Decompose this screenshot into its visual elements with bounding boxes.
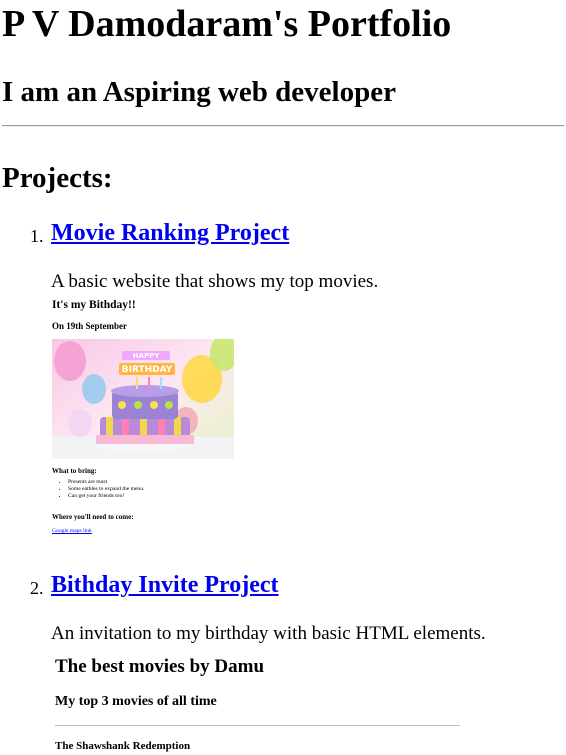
birthday-invite-preview: It's my Bithday!! On 19th September HAPP… [52, 299, 312, 544]
projects-heading: Projects: [2, 162, 113, 194]
movie-ranking-preview: The best movies by Damu My top 3 movies … [52, 655, 472, 755]
preview-heading: The best movies by Damu [55, 656, 265, 677]
project-description: An invitation to my birthday with basic … [51, 623, 486, 644]
page-subtitle: I am an Aspiring web developer [2, 76, 396, 108]
bring-heading: What to bring: [52, 467, 97, 475]
list-item: Can get your friends too! [68, 493, 144, 500]
where-heading: Where you'll need to come: [52, 513, 134, 521]
project-number: 1. [30, 226, 44, 246]
birthday-cake-image: HAPPY BIRTHDAY [52, 339, 234, 459]
preview-divider [55, 725, 460, 726]
google-maps-link[interactable]: Google maps link [52, 528, 92, 534]
project-description: A basic website that shows my top movies… [51, 271, 379, 292]
project-link-birthday-invite[interactable]: Bithday Invite Project [51, 571, 279, 599]
preview-heading: It's my Bithday!! [52, 299, 136, 311]
divider [2, 125, 564, 127]
project-link-movie-ranking[interactable]: Movie Ranking Project [51, 219, 289, 247]
svg-text:HAPPY: HAPPY [133, 352, 161, 360]
preview-subheading: My top 3 movies of all time [55, 694, 217, 709]
movie-title: The Shawshank Redemption [55, 740, 191, 752]
page-title: P V Damodaram's Portfolio [2, 3, 452, 45]
svg-text:BIRTHDAY: BIRTHDAY [122, 365, 173, 375]
bring-list: Presents are must Some eatbles to expand… [52, 479, 144, 500]
preview-date: On 19th September [52, 321, 127, 331]
project-number: 2. [30, 578, 44, 598]
list-item: Some eatbles to expand the menu. [68, 486, 144, 493]
list-item: Presents are must [68, 479, 144, 486]
